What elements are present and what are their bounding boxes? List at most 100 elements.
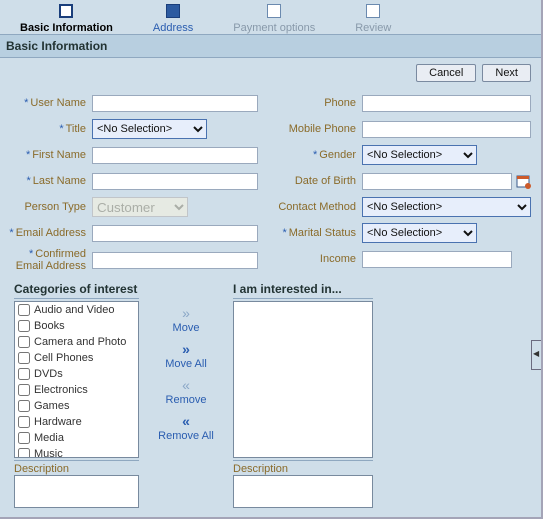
train-box-icon (59, 4, 73, 18)
label-first-name: *First Name (8, 149, 92, 161)
label-income: Income (278, 253, 362, 265)
shuttle-controls: » Move » Move All « Remove « Remove All (151, 282, 221, 508)
train-label: Address (153, 22, 193, 34)
train-box-icon (366, 4, 380, 18)
list-item-label: Media (34, 432, 64, 444)
list-item[interactable]: Books (15, 318, 138, 334)
title-select[interactable]: <No Selection> (92, 119, 207, 139)
label-mobile: Mobile Phone (278, 123, 362, 135)
interested-listbox[interactable] (233, 301, 373, 458)
button-bar: Cancel Next (0, 58, 541, 88)
label-phone: Phone (278, 97, 362, 109)
wizard-train: Basic Information Address Payment option… (0, 0, 541, 34)
target-description-box (233, 475, 373, 508)
next-button[interactable]: Next (482, 64, 531, 82)
move-all-button[interactable]: Move All (165, 358, 207, 370)
train-box-icon (267, 4, 281, 18)
list-item[interactable]: Camera and Photo (15, 334, 138, 350)
form-area: *User Name *Title<No Selection> *First N… (0, 88, 541, 276)
person-type-select: Customer (92, 197, 188, 217)
list-item-checkbox[interactable] (18, 384, 30, 396)
source-description-box (14, 475, 139, 508)
label-person-type: Person Type (8, 201, 92, 213)
last-name-input[interactable] (92, 173, 258, 190)
label-gender: *Gender (278, 149, 362, 161)
shuttle-target: I am interested in... Description (233, 282, 373, 508)
move-all-icon: » (182, 342, 190, 356)
categories-listbox[interactable]: Audio and Video Books Camera and Photo Cell… (14, 301, 139, 458)
train-step-review: Review (335, 4, 411, 34)
dob-input[interactable] (362, 173, 512, 190)
right-column: Phone Mobile Phone *Gender<No Selection>… (278, 92, 531, 276)
list-item-label: Music (34, 448, 63, 458)
list-item-label: Audio and Video (34, 304, 115, 316)
train-box-icon (166, 4, 180, 18)
list-item-label: Camera and Photo (34, 336, 126, 348)
train-label: Review (355, 22, 391, 34)
left-column: *User Name *Title<No Selection> *First N… (8, 92, 258, 276)
shuttle: Categories of interest Audio and Video Bo… (0, 276, 541, 508)
train-step-basic[interactable]: Basic Information (0, 4, 133, 34)
label-marital: *Marital Status (278, 227, 362, 239)
description-label: Description (233, 460, 373, 475)
label-contact: Contact Method (278, 201, 362, 213)
email-input[interactable] (92, 225, 258, 242)
label-dob: Date of Birth (278, 175, 362, 187)
income-input[interactable] (362, 251, 512, 268)
heading-row: Basic Information (0, 34, 541, 58)
list-item-label: DVDs (34, 368, 63, 380)
train-label: Basic Information (20, 22, 113, 34)
list-item-checkbox[interactable] (18, 432, 30, 444)
page-title: Basic Information (0, 35, 113, 57)
move-button[interactable]: Move (173, 322, 200, 334)
label-confirm-email: *Confirmed Email Address (8, 248, 92, 272)
list-item[interactable]: Cell Phones (15, 350, 138, 366)
remove-icon: « (182, 378, 190, 392)
list-item-checkbox[interactable] (18, 304, 30, 316)
marital-status-select[interactable]: <No Selection> (362, 223, 477, 243)
list-item-label: Cell Phones (34, 352, 93, 364)
list-item[interactable]: Games (15, 398, 138, 414)
list-item-checkbox[interactable] (18, 416, 30, 428)
list-item-label: Books (34, 320, 65, 332)
collapse-handle-icon[interactable] (531, 340, 541, 370)
shuttle-source-title: Categories of interest (14, 282, 139, 299)
list-item-checkbox[interactable] (18, 336, 30, 348)
remove-all-button[interactable]: Remove All (158, 430, 214, 442)
cancel-button[interactable]: Cancel (416, 64, 476, 82)
list-item[interactable]: Hardware (15, 414, 138, 430)
confirm-email-input[interactable] (92, 252, 258, 269)
list-item[interactable]: Media (15, 430, 138, 446)
list-item-checkbox[interactable] (18, 368, 30, 380)
user-name-input[interactable] (92, 95, 258, 112)
list-item-checkbox[interactable] (18, 400, 30, 412)
label-title: *Title (8, 123, 92, 135)
list-item-checkbox[interactable] (18, 320, 30, 332)
move-icon: » (182, 306, 190, 320)
calendar-icon[interactable] (516, 174, 531, 189)
first-name-input[interactable] (92, 147, 258, 164)
list-item[interactable]: DVDs (15, 366, 138, 382)
label-email: *Email Address (8, 227, 92, 239)
label-user-name: *User Name (8, 97, 92, 109)
gender-select[interactable]: <No Selection> (362, 145, 477, 165)
list-item-label: Hardware (34, 416, 82, 428)
mobile-phone-input[interactable] (362, 121, 531, 138)
list-item-checkbox[interactable] (18, 448, 30, 458)
train-label: Payment options (233, 22, 315, 34)
phone-input[interactable] (362, 95, 531, 112)
list-item[interactable]: Music (15, 446, 138, 458)
label-last-name: *Last Name (8, 175, 92, 187)
description-label: Description (14, 460, 139, 475)
list-item[interactable]: Electronics (15, 382, 138, 398)
train-step-payment: Payment options (213, 4, 335, 34)
train-step-address[interactable]: Address (133, 4, 213, 34)
list-item[interactable]: Audio and Video (15, 302, 138, 318)
remove-all-icon: « (182, 414, 190, 428)
list-item-checkbox[interactable] (18, 352, 30, 364)
remove-button[interactable]: Remove (166, 394, 207, 406)
list-item-label: Games (34, 400, 69, 412)
shuttle-target-title: I am interested in... (233, 282, 373, 299)
shuttle-source: Categories of interest Audio and Video Bo… (14, 282, 139, 508)
contact-method-select[interactable]: <No Selection> (362, 197, 531, 217)
